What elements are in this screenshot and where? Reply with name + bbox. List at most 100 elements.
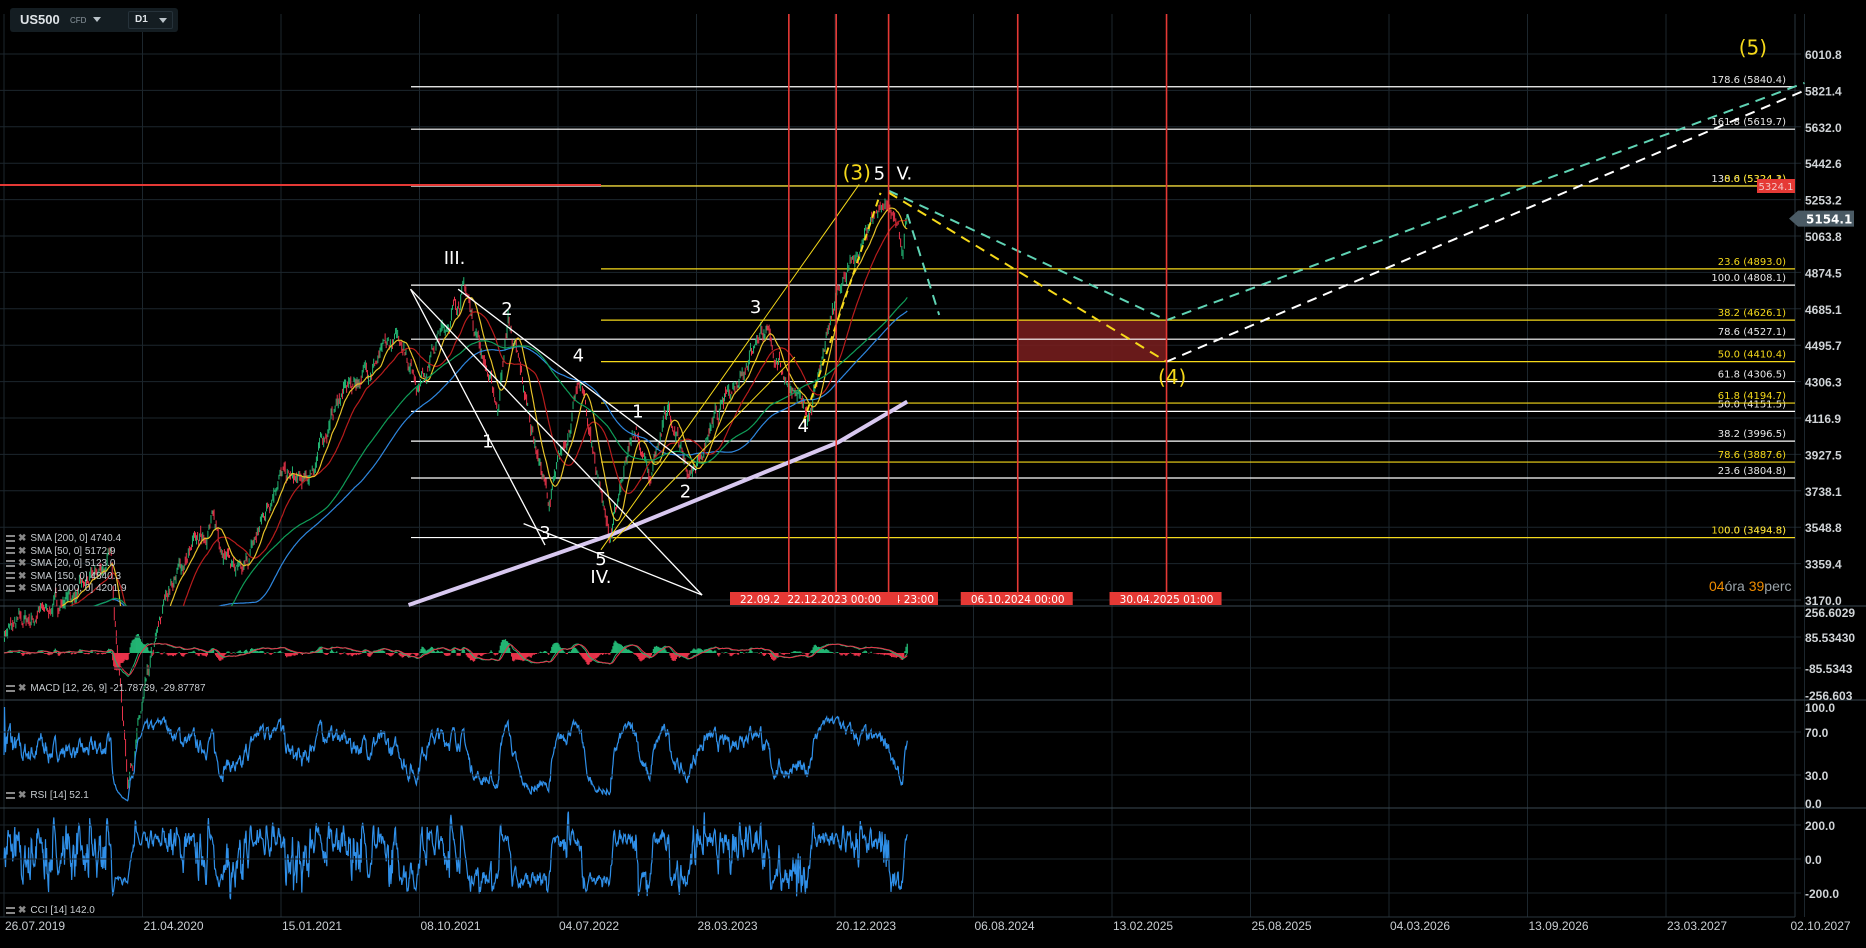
settings-icon[interactable] — [6, 584, 15, 592]
close-icon[interactable]: ✖ — [18, 533, 26, 544]
wave-label: 2 — [501, 299, 512, 320]
sma-legend: ✖ SMA [1000, 0] 4201.9 — [6, 583, 127, 594]
wave-label: 2 — [680, 481, 691, 502]
indicator-axis-label: 30.0 — [1805, 769, 1829, 783]
y-axis-tick-label: 4306.3 — [1805, 376, 1842, 390]
fib-label: 161.8 (5619.7) — [1711, 117, 1786, 128]
fib-label-secondary: 38.2 (4626.1) — [1718, 308, 1786, 319]
x-axis-tick-label: 04.03.2026 — [1390, 919, 1450, 933]
date-label: 22.12.2023 00:00 — [787, 594, 881, 606]
macd-pane — [3, 633, 908, 677]
y-axis-tick-label: 4685.1 — [1805, 303, 1842, 317]
wave-label: V. — [897, 164, 913, 185]
indicator-label: SMA [50, 0] 5172.9 — [30, 545, 116, 557]
close-icon[interactable]: ✖ — [18, 790, 26, 801]
projection-line-white — [1166, 89, 1805, 363]
wave-5-projection — [802, 192, 882, 423]
y-axis-tick-label: 3738.1 — [1805, 485, 1842, 499]
indicator-label: RSI [14] 52.1 — [30, 790, 89, 801]
sma-legend: ✖ SMA [50, 0] 5172.9 — [6, 546, 115, 557]
settings-icon[interactable] — [6, 906, 15, 914]
x-axis-tick-label: 15.01.2021 — [282, 919, 342, 933]
wave-label: 3 — [750, 297, 761, 318]
wave-label: 3 — [539, 523, 550, 544]
indicator-axis-label: -200.0 — [1805, 887, 1839, 901]
close-icon[interactable]: ✖ — [18, 905, 26, 916]
y-axis-tick-label: 5821.4 — [1805, 84, 1842, 98]
indicator-label: MACD [12, 26, 9] -21.78739, -29.87787 — [30, 683, 206, 694]
rsi-legend: ✖ RSI [14] 52.1 — [6, 790, 89, 801]
countdown-minutes-unit: perc — [1764, 578, 1792, 594]
sma-legend: ✖ SMA [150, 0] 4840.3 — [6, 571, 121, 582]
wave-label: (3) — [843, 161, 871, 185]
fib-label: 38.2 (3996.5) — [1718, 429, 1786, 440]
fib-label-secondary: 50.0 (4410.4) — [1718, 350, 1786, 361]
y-axis-tick-label: 5632.0 — [1805, 121, 1842, 135]
sma-20-line — [61, 207, 908, 606]
wave-label: 5 — [874, 164, 885, 185]
y-axis-tick-label: 5253.2 — [1805, 194, 1842, 208]
x-axis-tick-label: 20.12.2023 — [836, 919, 896, 933]
indicator-label: CCI [14] 142.0 — [30, 905, 95, 916]
x-axis-tick-label: 21.04.2020 — [144, 919, 204, 933]
current-price-value: 5154.1 — [1806, 213, 1852, 227]
x-axis-tick-label: 25.08.2025 — [1252, 919, 1312, 933]
indicator-axis-label: 70.0 — [1805, 726, 1829, 740]
settings-icon[interactable] — [6, 559, 15, 567]
symbol-name[interactable]: US500 — [20, 12, 60, 27]
fib-label: 23.6 (3804.8) — [1718, 466, 1786, 477]
indicator-label: SMA [1000, 0] 4201.9 — [30, 583, 127, 594]
trendline — [409, 288, 546, 546]
instrument-type: CFD — [70, 16, 87, 25]
indicator-axis-label: 200.0 — [1805, 819, 1835, 833]
price-chart[interactable]: 26.07.2019 21.04.2020 15.01.2021 08.10.2021… — [0, 0, 1866, 948]
projection-line-cyan — [906, 213, 941, 316]
date-label: 22.09.2 — [740, 594, 780, 606]
sma-legend: ✖ SMA [200, 0] 4740.4 — [6, 533, 121, 544]
wave-label: (5) — [1739, 36, 1767, 60]
x-axis-tick-label: 23.03.2027 — [1667, 919, 1727, 933]
indicator-axis-label: 100.0 — [1805, 701, 1835, 715]
symbol-dropdown-icon[interactable] — [93, 17, 101, 22]
symbol-toolbar: US500 CFD D1 — [10, 8, 178, 32]
close-icon[interactable]: ✖ — [18, 571, 26, 582]
y-axis-tick-label: 3927.5 — [1805, 448, 1842, 462]
fib-label: 61.8 (4306.5) — [1718, 370, 1786, 381]
fib-label: 78.6 (4527.1) — [1718, 327, 1786, 338]
wave-label: 4 — [798, 416, 809, 437]
x-axis-tick-label: 08.10.2021 — [421, 919, 481, 933]
indicator-axis-label: 0.0 — [1805, 853, 1822, 867]
date-label: 4 23:00 — [894, 594, 934, 606]
chevron-down-icon — [159, 18, 167, 23]
rsi-line — [3, 706, 908, 802]
date-label: 06.10.2024 00:00 — [971, 594, 1065, 606]
y-axis-tick-label: 6010.8 — [1805, 48, 1842, 62]
y-axis-tick-label: 5063.8 — [1805, 230, 1842, 244]
countdown-minutes: 39 — [1748, 578, 1765, 594]
countdown-hours-unit: óra — [1724, 578, 1745, 594]
settings-icon[interactable] — [6, 547, 15, 555]
y-axis-tick-label: 4116.9 — [1805, 412, 1841, 426]
fib-label: 178.6 (5840.4) — [1711, 75, 1786, 86]
trendline — [457, 288, 697, 471]
fib-label-secondary: 61.8 (4194.7) — [1718, 391, 1786, 402]
candle-countdown: 04óra 39perc — [1709, 578, 1792, 594]
indicator-axis-label: 256.6029 — [1805, 606, 1855, 620]
close-icon[interactable]: ✖ — [18, 683, 26, 694]
close-icon[interactable]: ✖ — [18, 546, 26, 557]
alert-price-value: 5324.1 — [1759, 182, 1794, 193]
indicator-axis-label: 0.0 — [1805, 797, 1822, 811]
x-axis-tick-label: 13.02.2025 — [1113, 919, 1173, 933]
settings-icon[interactable] — [6, 572, 15, 580]
grid: 26.07.2019 21.04.2020 15.01.2021 08.10.2021… — [0, 14, 1851, 933]
close-icon[interactable]: ✖ — [18, 558, 26, 569]
timeframe-select[interactable]: D1 — [128, 11, 173, 29]
settings-icon[interactable] — [6, 684, 15, 692]
y-axis-tick-label: 4874.5 — [1805, 266, 1842, 280]
settings-icon[interactable] — [6, 534, 15, 542]
close-icon[interactable]: ✖ — [18, 583, 26, 594]
indicator-label: SMA [150, 0] 4840.3 — [30, 570, 122, 582]
y-axis-tick-label: 5442.6 — [1805, 157, 1842, 171]
fib-label: 100.0 (4808.1) — [1711, 273, 1786, 284]
settings-icon[interactable] — [6, 791, 15, 799]
